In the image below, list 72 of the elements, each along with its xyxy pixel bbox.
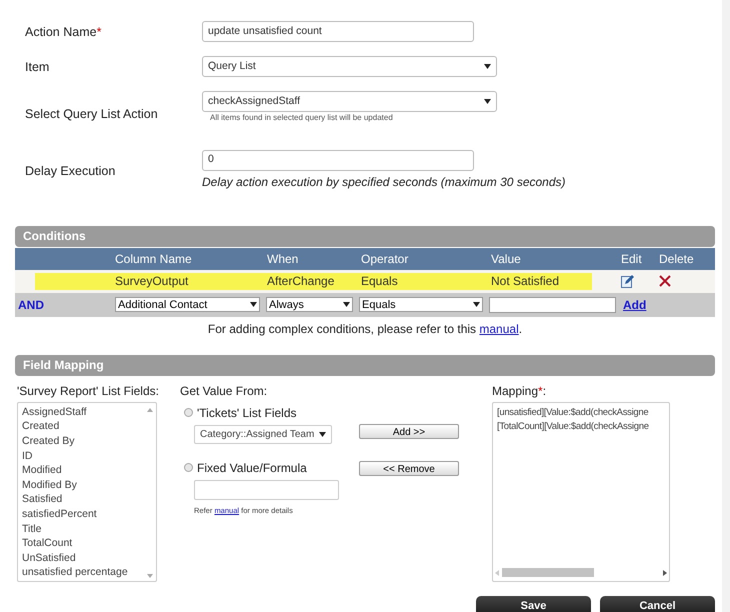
table-cell: SurveyOutput — [115, 274, 188, 288]
hint-text: All items found in selected query list will be updated — [210, 112, 394, 123]
source-label: Get Value From: — [180, 382, 268, 400]
add-link[interactable]: Add — [623, 296, 646, 314]
table-cell: AfterChange — [267, 274, 334, 288]
scroll-left-icon[interactable] — [495, 570, 499, 576]
section-header: Field Mapping — [15, 354, 715, 376]
input-field[interactable] — [489, 296, 616, 313]
edit-icon[interactable] — [621, 274, 634, 288]
field-label: Select Query List Action — [25, 107, 158, 121]
list-item[interactable]: Title — [22, 522, 144, 536]
caret-icon — [484, 99, 491, 104]
input-field[interactable]: update unsatisfied count — [202, 21, 474, 42]
input-field[interactable] — [194, 480, 339, 500]
list-label: 'Survey Report' List Fields: — [17, 382, 160, 400]
dropdown[interactable]: Equals — [359, 297, 483, 312]
column-header: Value — [491, 252, 521, 266]
mapping-line: [unsatisfied][Value:$add(checkAssigne — [497, 406, 650, 420]
section-header: Conditions — [15, 226, 715, 247]
scroll-down-icon[interactable] — [147, 574, 153, 578]
radio-button[interactable] — [184, 408, 193, 418]
dropdown[interactable]: Additional Contact — [115, 297, 260, 312]
caret-icon — [473, 302, 480, 308]
and-label: AND — [17, 296, 45, 314]
manual-link[interactable]: manual — [479, 322, 519, 336]
mapping-line: [TotalCount][Value:$add(checkAssigne — [497, 420, 650, 434]
list-item[interactable]: Satisfied — [22, 492, 144, 507]
column-header: When — [267, 252, 298, 266]
remove-button[interactable]: << Remove — [359, 460, 459, 476]
list-item[interactable]: Modified By — [22, 478, 144, 492]
table-cell: Equals — [361, 274, 398, 288]
input-field[interactable]: 0 — [202, 150, 474, 171]
list-item[interactable]: ID — [22, 448, 144, 464]
horizontal-scrollbar[interactable] — [495, 566, 667, 579]
radio-button[interactable] — [184, 463, 193, 472]
action-button[interactable]: Cancel — [600, 596, 715, 612]
delete-icon[interactable] — [659, 275, 671, 288]
dropdown[interactable]: Category::Assigned Team — [194, 424, 332, 444]
mapping-box[interactable]: [unsatisfied][Value:$add(checkAssigne [TotalCount][Value:$add(checkAssigne — [492, 402, 670, 582]
list-item[interactable]: unsatisfied percentage — [22, 565, 144, 580]
column-header: Operator — [361, 252, 408, 266]
add-button[interactable]: Add >> — [359, 424, 459, 439]
list-item[interactable]: Created — [22, 419, 144, 434]
dropdown[interactable]: checkAssignedStaff — [202, 91, 497, 112]
dropdown[interactable]: Query List — [202, 56, 497, 77]
field-label: Action Name* — [25, 25, 102, 39]
action-button[interactable]: Save — [476, 596, 591, 612]
list-item[interactable]: TotalCount — [22, 536, 144, 551]
caret-icon — [250, 302, 257, 308]
column-header: Edit — [621, 252, 642, 266]
list-item[interactable]: satisfiedPercent — [22, 506, 144, 522]
list-item[interactable]: UnSatisfied — [22, 550, 144, 566]
list-item[interactable]: Modified — [22, 463, 144, 478]
caret-icon — [484, 64, 491, 69]
help-text: For adding complex conditions, please refer to this manual. — [208, 322, 522, 336]
column-header: Column Name — [115, 252, 192, 266]
list-item[interactable]: Created By — [22, 434, 144, 449]
column-header: Delete — [659, 252, 694, 266]
radio-label: 'Tickets' List Fields — [197, 404, 296, 422]
table-cell: Not Satisfied — [491, 274, 560, 288]
caret-icon — [343, 302, 350, 308]
caret-icon — [319, 432, 326, 437]
mapping-label: Mapping*: — [492, 382, 548, 400]
field-label: Delay Execution — [25, 164, 116, 178]
radio-label: Fixed Value/Formula — [197, 460, 307, 477]
scroll-up-icon[interactable] — [147, 408, 153, 412]
list-box[interactable]: AssignedStaff Created Created By ID Modified Modified By Satisfied satisfiedPercent Title TotalCount UnSatisfied unsatisfied percentage — [17, 402, 157, 582]
list-item[interactable]: AssignedStaff — [22, 404, 144, 420]
dropdown[interactable]: Always — [266, 297, 353, 312]
hint-text: Delay action execution by specified seconds (maximum 30 seconds) — [202, 174, 566, 191]
field-label: Item — [25, 60, 50, 74]
scroll-right-icon[interactable] — [663, 570, 667, 576]
